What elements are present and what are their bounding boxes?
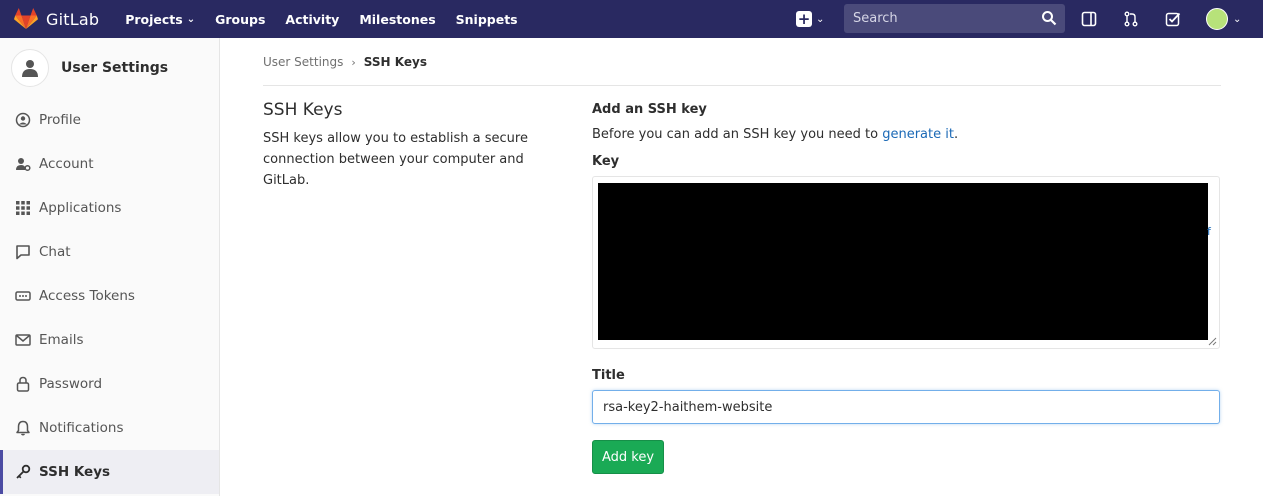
form-intro-text: Before you can add an SSH key you need t… — [592, 127, 883, 142]
resize-handle-icon[interactable] — [1208, 337, 1217, 346]
gitlab-logo[interactable]: GitLab — [14, 8, 99, 30]
nav-activity[interactable]: Activity — [285, 12, 339, 27]
key-text-fragment: f — [1207, 225, 1211, 238]
main-nav-links: Projects ⌄ Groups Activity Milestones Sn… — [125, 12, 537, 27]
user-placeholder-icon — [11, 49, 49, 87]
sidebar-item-password[interactable]: Password — [0, 362, 219, 406]
title-input[interactable] — [592, 390, 1220, 424]
merge-request-icon[interactable] — [1122, 10, 1140, 28]
sidebar-item-emails[interactable]: Emails — [0, 318, 219, 362]
form-heading: Add an SSH key — [592, 102, 707, 117]
chevron-right-icon: › — [351, 55, 356, 69]
nav-projects-label: Projects — [125, 11, 183, 27]
nav-groups[interactable]: Groups — [215, 12, 265, 27]
form-intro: Before you can add an SSH key you need t… — [592, 127, 1220, 142]
applications-grid-icon — [14, 199, 32, 217]
nav-projects[interactable]: Projects ⌄ — [125, 12, 195, 27]
title-label: Title — [592, 368, 625, 383]
chat-icon — [14, 243, 32, 261]
key-label: Key — [592, 154, 620, 169]
sidebar-item-label: Profile — [39, 112, 81, 128]
nav-milestones[interactable]: Milestones — [359, 12, 435, 27]
access-tokens-icon — [14, 287, 32, 305]
chevron-down-icon: ⌄ — [1233, 13, 1242, 25]
generate-it-link[interactable]: generate it — [882, 127, 954, 142]
sidebar-item-label: Emails — [39, 332, 84, 348]
gitlab-tanuki-icon — [14, 8, 38, 29]
user-menu-button[interactable]: ⌄ — [1206, 8, 1241, 30]
search-icon[interactable] — [1041, 10, 1057, 26]
plus-square-icon: + — [796, 10, 812, 28]
sidebar-item-notifications[interactable]: Notifications — [0, 406, 219, 450]
add-key-button[interactable]: Add key — [592, 440, 664, 474]
key-icon — [14, 463, 32, 481]
sidebar-item-label: Password — [39, 376, 103, 392]
page-title: SSH Keys — [263, 100, 343, 120]
section-description: SSH keys allow you to establish a secure… — [263, 131, 528, 188]
nav-icon-group: ⌄ — [1080, 0, 1241, 38]
breadcrumb-divider — [263, 85, 1221, 86]
top-navbar: GitLab Projects ⌄ Groups Activity Milest… — [0, 0, 1263, 38]
nav-snippets[interactable]: Snippets — [456, 12, 518, 27]
sidebar-item-label: SSH Keys — [39, 464, 111, 480]
bell-icon — [14, 419, 32, 437]
user-avatar — [1206, 8, 1228, 30]
breadcrumb-current[interactable]: SSH Keys — [364, 55, 427, 69]
sidebar-header[interactable]: User Settings — [0, 38, 219, 98]
breadcrumb-parent-link[interactable]: User Settings — [263, 55, 343, 69]
account-icon — [14, 155, 32, 173]
sidebar-item-account[interactable]: Account — [0, 142, 219, 186]
add-ssh-key-form: Add an SSH key Before you can add an SSH… — [592, 102, 1220, 474]
sidebar-item-profile[interactable]: Profile — [0, 98, 219, 142]
brand-name: GitLab — [46, 9, 100, 29]
sidebar-item-applications[interactable]: Applications — [0, 186, 219, 230]
sidebar-item-ssh-keys[interactable]: SSH Keys — [0, 450, 219, 494]
nav-right-group: + ⌄ ⌄ — [796, 0, 1241, 38]
envelope-icon — [14, 331, 32, 349]
form-intro-period: . — [953, 127, 959, 142]
sidebar-item-label: Chat — [39, 244, 71, 260]
key-content-redacted — [598, 183, 1208, 340]
sidebar-item-label: Access Tokens — [39, 288, 135, 304]
sidebar-item-label: Notifications — [39, 420, 124, 436]
section-info: SSH Keys SSH keys allow you to establish… — [263, 100, 563, 191]
lock-icon — [14, 375, 32, 393]
todo-check-icon[interactable] — [1164, 10, 1182, 28]
sidebar-item-chat[interactable]: Chat — [0, 230, 219, 274]
chevron-down-icon: ⌄ — [186, 13, 196, 25]
breadcrumb: User Settings › SSH Keys — [263, 55, 427, 69]
settings-sidebar: User Settings Profile Account Applicatio… — [0, 38, 220, 496]
search-input[interactable] — [853, 11, 1033, 26]
sidebar-item-access-tokens[interactable]: Access Tokens — [0, 274, 219, 318]
key-textarea[interactable]: f — [592, 176, 1220, 349]
sidebar-item-label: Account — [39, 156, 94, 172]
profile-icon — [14, 111, 32, 129]
new-dropdown-button[interactable]: + ⌄ — [796, 11, 824, 27]
search-box[interactable] — [844, 4, 1065, 33]
sidebar-title: User Settings — [61, 60, 169, 76]
sidebar-item-label: Applications — [39, 200, 122, 216]
sidebar-panel-icon[interactable] — [1080, 10, 1098, 28]
chevron-down-icon: ⌄ — [816, 13, 825, 25]
